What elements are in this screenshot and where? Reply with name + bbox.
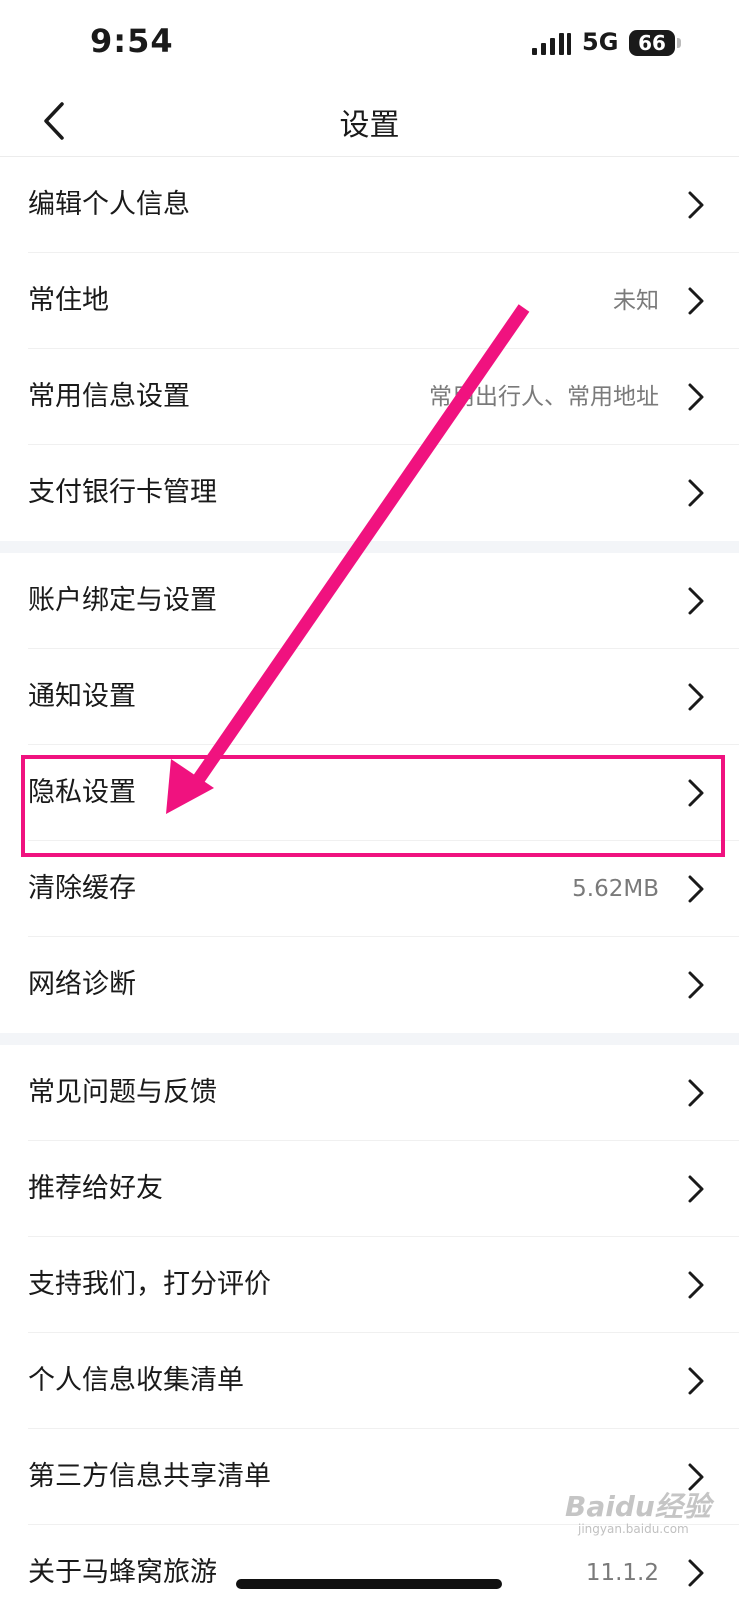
- chevron-right-icon: [688, 779, 704, 807]
- chevron-right-icon: [688, 683, 704, 711]
- settings-row-label: 账户绑定与设置: [28, 585, 217, 616]
- chevron-right-icon: [688, 479, 704, 507]
- status-bar: 9:54 5G 66: [0, 0, 739, 88]
- settings-row-label: 关于马蜂窝旅游: [28, 1557, 217, 1588]
- network-type: 5G: [582, 28, 619, 56]
- settings-row[interactable]: 常见问题与反馈: [0, 1045, 739, 1141]
- settings-row-label: 第三方信息共享清单: [28, 1461, 271, 1492]
- status-time: 9:54: [90, 22, 174, 60]
- page-title: 设置: [339, 108, 400, 143]
- settings-row-value: 11.1.2: [585, 1560, 659, 1586]
- settings-row-label: 通知设置: [28, 681, 136, 712]
- watermark-url: jingyan.baidu.com: [578, 1522, 689, 1536]
- battery-icon: 66: [629, 30, 675, 56]
- settings-row-label: 支付银行卡管理: [28, 477, 217, 508]
- home-indicator: [236, 1579, 502, 1589]
- chevron-right-icon: [688, 1271, 704, 1299]
- settings-row-value: 未知: [613, 288, 659, 314]
- settings-row[interactable]: 账户绑定与设置: [0, 553, 739, 649]
- settings-row-label: 支持我们，打分评价: [28, 1269, 271, 1300]
- settings-row-label: 推荐给好友: [28, 1173, 163, 1204]
- settings-row[interactable]: 清除缓存 5.62MB: [0, 841, 739, 937]
- chevron-right-icon: [688, 1367, 704, 1395]
- chevron-right-icon: [688, 875, 704, 903]
- settings-list: 编辑个人信息 常住地 未知常用信息设置 常用出行人、常用地址支付银行卡管理 账户绑定与设…: [0, 157, 739, 1621]
- chevron-right-icon: [688, 587, 704, 615]
- settings-row-label: 常见问题与反馈: [28, 1077, 217, 1108]
- nav-bar: 设置: [0, 88, 739, 157]
- settings-row[interactable]: 支付银行卡管理: [0, 445, 739, 541]
- section-gap: [0, 1033, 739, 1045]
- chevron-right-icon: [688, 287, 704, 315]
- settings-row-label: 隐私设置: [28, 777, 136, 808]
- settings-row[interactable]: 关于马蜂窝旅游 11.1.2: [0, 1525, 739, 1621]
- settings-row[interactable]: 常用信息设置 常用出行人、常用地址: [0, 349, 739, 445]
- settings-row[interactable]: 网络诊断: [0, 937, 739, 1033]
- chevron-right-icon: [688, 1175, 704, 1203]
- chevron-right-icon: [688, 191, 704, 219]
- settings-row-value: 5.62MB: [572, 876, 659, 902]
- chevron-right-icon: [688, 971, 704, 999]
- section-gap: [0, 541, 739, 553]
- battery-tip: [677, 38, 681, 48]
- watermark-logo: Baidu经验: [565, 1490, 711, 1523]
- chevron-right-icon: [688, 1079, 704, 1107]
- settings-row-label: 常用信息设置: [28, 381, 190, 412]
- settings-row[interactable]: 个人信息收集清单: [0, 1333, 739, 1429]
- chevron-right-icon: [688, 383, 704, 411]
- settings-row[interactable]: 支持我们，打分评价: [0, 1237, 739, 1333]
- settings-row-value: 常用出行人、常用地址: [429, 384, 659, 410]
- settings-row[interactable]: 通知设置: [0, 649, 739, 745]
- settings-row-label: 网络诊断: [28, 969, 136, 1000]
- settings-row-label: 编辑个人信息: [28, 189, 190, 220]
- settings-row-label: 个人信息收集清单: [28, 1365, 244, 1396]
- chevron-right-icon: [688, 1559, 704, 1587]
- settings-row[interactable]: 推荐给好友: [0, 1141, 739, 1237]
- settings-row[interactable]: 编辑个人信息: [0, 157, 739, 253]
- settings-row[interactable]: 常住地 未知: [0, 253, 739, 349]
- settings-row-label: 清除缓存: [28, 873, 136, 904]
- signal-icon: [532, 33, 571, 55]
- settings-row-label: 常住地: [28, 285, 109, 316]
- settings-row[interactable]: 隐私设置: [0, 745, 739, 841]
